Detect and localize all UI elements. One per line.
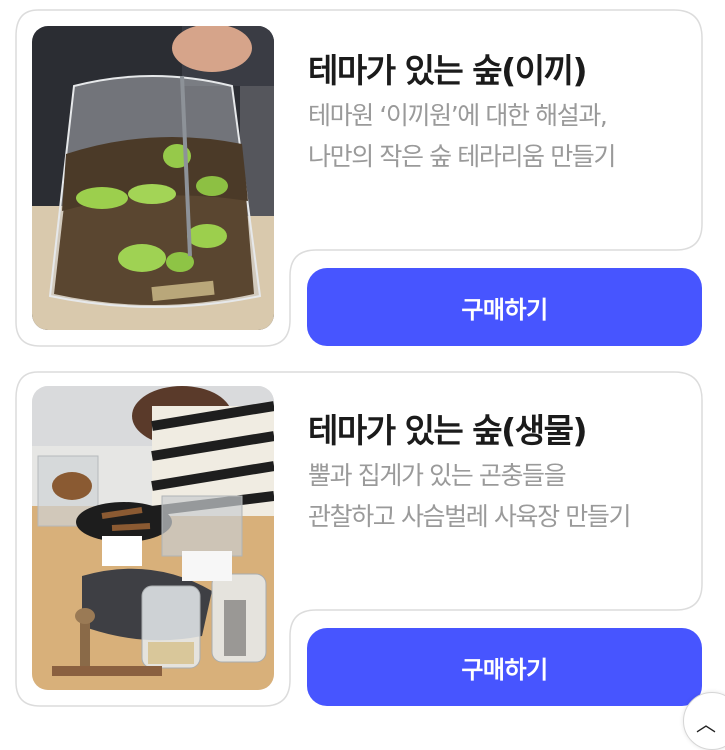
description-line: 관찰하고 사슴벌레 사육장 만들기: [308, 502, 631, 531]
description-line: 나만의 작은 숲 테라리움 만들기: [308, 142, 616, 171]
terrarium-photo: [32, 26, 274, 330]
product-title: 테마가 있는 숲(이끼): [308, 51, 588, 90]
buy-button[interactable]: 구매하기: [307, 268, 702, 346]
product-card-moss: 테마가 있는 숲(이끼) 테마원 ‘이끼원’에 대한 해설과, 나만의 작은 숲…: [0, 0, 725, 350]
description-line: 뿔과 집게가 있는 곤충들을: [308, 461, 567, 490]
description-line: 테마원 ‘이끼원’에 대한 해설과,: [308, 101, 608, 130]
insect-workshop-photo: [32, 386, 274, 690]
product-title: 테마가 있는 숲(생물): [308, 411, 588, 450]
buy-button[interactable]: 구매하기: [307, 628, 702, 706]
chevron-up-icon: ︿: [696, 712, 716, 736]
product-description: 뿔과 집게가 있는 곤충들을 관찰하고 사슴벌레 사육장 만들기: [308, 455, 688, 537]
product-description: 테마원 ‘이끼원’에 대한 해설과, 나만의 작은 숲 테라리움 만들기: [308, 95, 688, 177]
product-card-insects: 테마가 있는 숲(생물) 뿔과 집게가 있는 곤충들을 관찰하고 사슴벌레 사육…: [0, 360, 725, 710]
